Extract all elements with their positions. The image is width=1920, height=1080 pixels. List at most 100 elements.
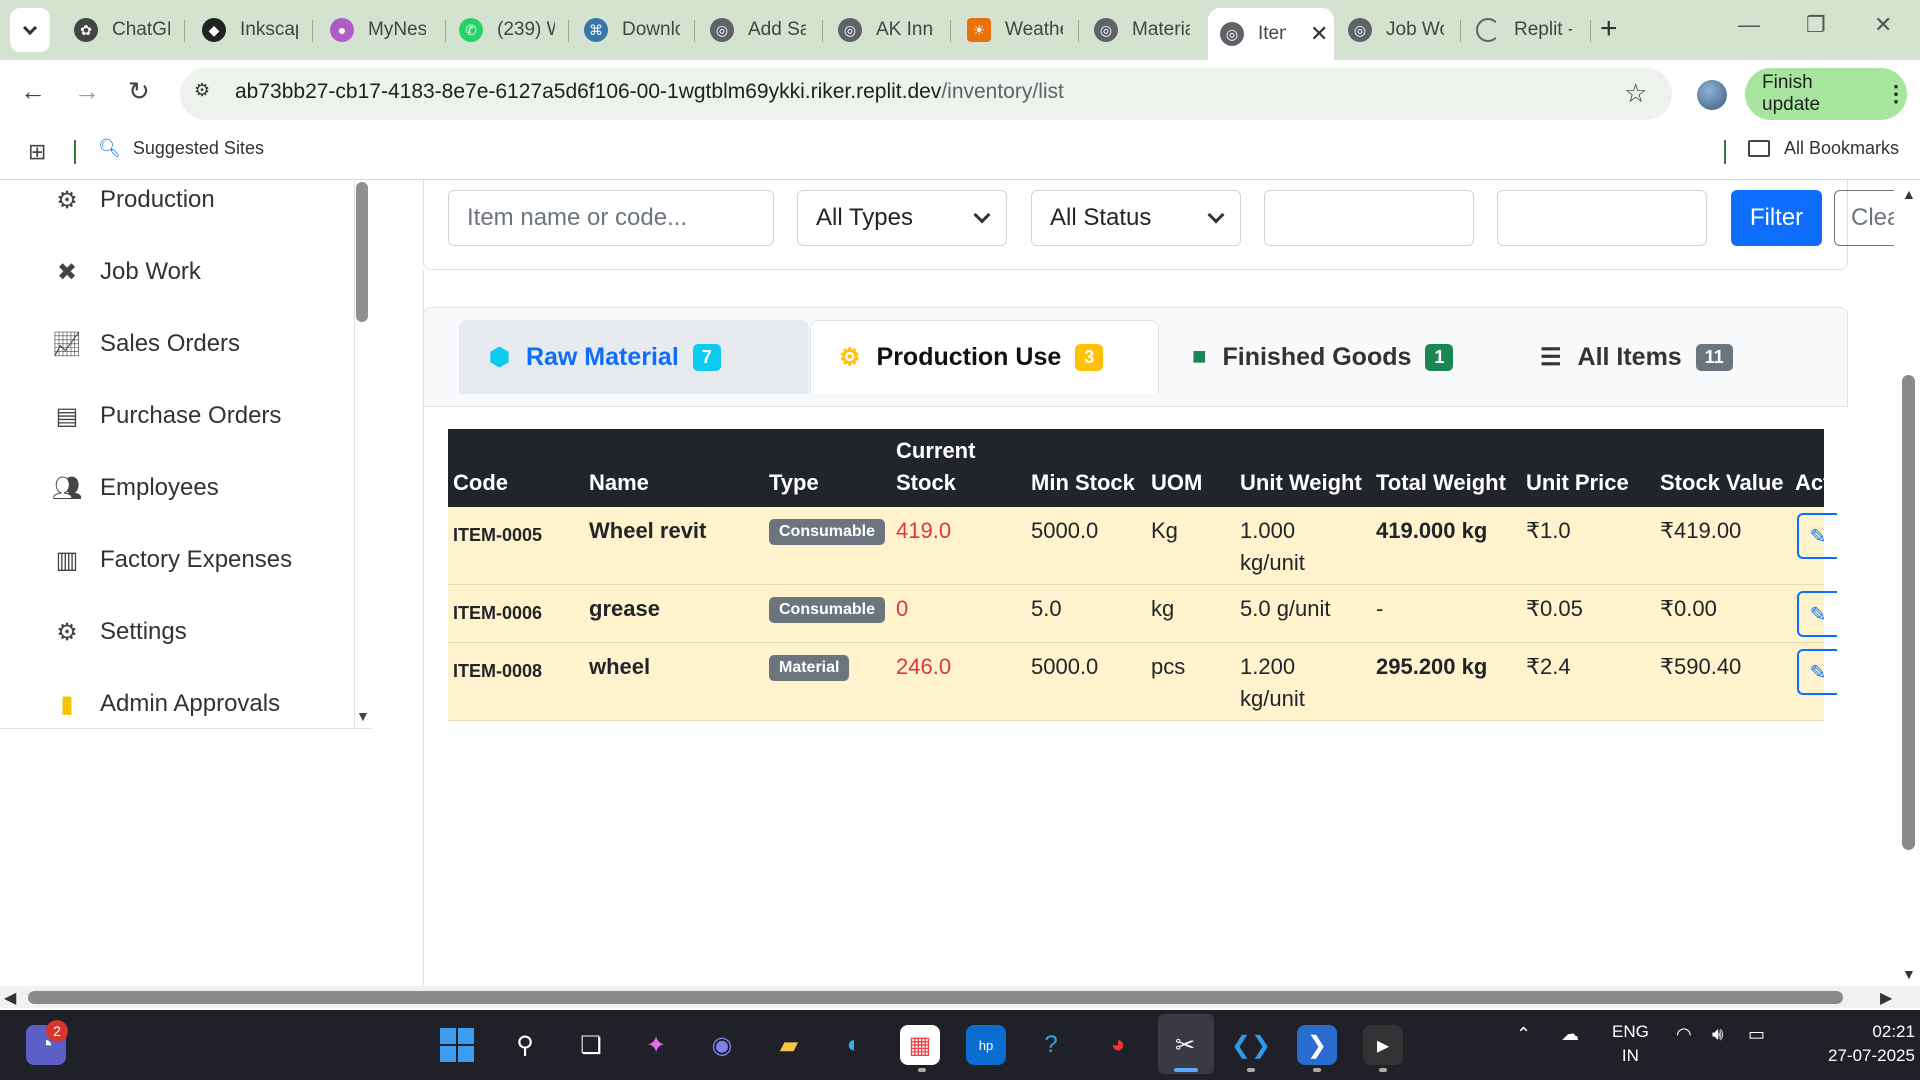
horizontal-scrollbar-thumb[interactable] (28, 991, 1843, 1004)
clear-button[interactable]: Clear (1834, 190, 1894, 246)
filter-button[interactable]: Filter (1731, 190, 1822, 246)
unit-weight-unit: kg/unit (1240, 550, 1305, 575)
browser-tab[interactable]: ◎ AK Innovation (826, 8, 946, 52)
sidebar-item-sales-orders[interactable]: 📈︎ Sales Orders (50, 329, 240, 359)
copilot-icon[interactable]: ✦ (636, 1025, 676, 1065)
bookmark-separator (74, 140, 76, 164)
browser-tab[interactable]: ⌘ Download (572, 8, 692, 52)
tab-label: Raw Material (525, 342, 679, 371)
forward-arrow-icon[interactable]: → (74, 76, 100, 107)
column-header: Current (896, 438, 976, 463)
tab-search-button[interactable] (10, 8, 50, 52)
tab-production-use[interactable]: ⚙ Production Use 3 (810, 320, 1159, 394)
search-input[interactable]: Item name or code... (448, 190, 774, 246)
clock[interactable]: 02:21 27-07-2025 (1828, 1020, 1915, 1068)
all-bookmarks-button[interactable]: All Bookmarks (1748, 138, 1899, 159)
status-select-value: All Status (1050, 204, 1152, 231)
reload-icon[interactable]: ↻ (128, 76, 150, 107)
search-placeholder: Item name or code... (467, 204, 688, 231)
sidebar-item-settings[interactable]: ⚙ Settings (50, 617, 186, 647)
edit-button[interactable]: ✎ (1797, 513, 1837, 559)
running-indicator (1247, 1068, 1255, 1072)
tab-finished-goods[interactable]: ■ Finished Goods 1 (1178, 320, 1478, 394)
sidebar-item-factory-expenses[interactable]: ▥ Factory Expenses (50, 545, 292, 575)
browser-tab[interactable]: ◆ Inkscape (190, 8, 310, 52)
suggested-sites-bookmark[interactable]: 🔍︎ Suggested Sites (98, 138, 264, 159)
count-badge: 7 (692, 343, 721, 371)
scroll-up-arrow-icon[interactable]: ▲ (1902, 186, 1916, 202)
chrome-icon[interactable]: ◕ (1098, 1025, 1138, 1065)
chevron-up-icon[interactable]: ⌃ (1516, 1024, 1531, 1045)
tab-raw-material[interactable]: ⬢ Raw Material 7 (459, 320, 809, 394)
browser-tab[interactable]: ◎ Materials (1082, 8, 1202, 52)
sidebar-divider (0, 728, 372, 729)
total-weight: 419.000 kg (1376, 518, 1488, 543)
vscode-icon[interactable]: ❮❯ (1231, 1025, 1271, 1065)
edit-button[interactable]: ✎ (1797, 591, 1837, 637)
browser-tab[interactable]: Replit - (1464, 8, 1589, 52)
volume-icon[interactable]: 🔊︎ (1712, 1024, 1723, 1045)
sidebar-scrollbar-thumb[interactable] (356, 182, 368, 322)
browser-tab-active[interactable]: ◎ Items ✕ (1208, 8, 1334, 60)
status-select[interactable]: All Status (1031, 190, 1241, 246)
stock-value: ₹590.40 (1660, 654, 1742, 679)
url-text[interactable]: ab73bb27-cb17-4183-8e7e-6127a5d6f106-00-… (235, 80, 1064, 104)
minimize-icon[interactable]: — (1738, 12, 1760, 38)
box-icon: ■ (1192, 343, 1207, 370)
browser-tab[interactable]: ✿ ChatGPT (62, 8, 182, 52)
finish-update-button[interactable]: Finish update ⋮ (1745, 68, 1907, 120)
myhp-icon[interactable]: hp (966, 1025, 1006, 1065)
scroll-right-arrow-icon[interactable]: ▶ (1880, 988, 1892, 1008)
onedrive-icon[interactable]: ☁ (1561, 1024, 1579, 1045)
tab-all-items[interactable]: ☰ All Items 11 (1526, 320, 1826, 394)
filter-input-2[interactable] (1497, 190, 1707, 246)
tab-separator (445, 20, 446, 42)
close-window-icon[interactable]: ✕ (1874, 12, 1892, 38)
sidebar-item-employees[interactable]: 👥︎ Employees (50, 473, 219, 503)
sidebar-item-purchase-orders[interactable]: ▤ Purchase Orders (50, 401, 282, 431)
scroll-left-arrow-icon[interactable]: ◀ (4, 988, 16, 1008)
sidebar-item-production[interactable]: ⚙ Production (50, 185, 215, 215)
tab-separator (184, 20, 185, 42)
scroll-down-arrow-icon[interactable]: ▼ (1902, 966, 1916, 982)
sidebar-item-admin-approvals[interactable]: ▮ Admin Approvals (50, 689, 280, 719)
help-icon[interactable]: ? (1031, 1025, 1071, 1065)
browser-tab[interactable]: ● MyNest (318, 8, 443, 52)
terminal-icon[interactable]: ▸ (1363, 1025, 1403, 1065)
apps-grid-icon[interactable]: ⊞ (28, 139, 46, 165)
page-vertical-scrollbar-thumb[interactable] (1902, 375, 1915, 850)
sidebar-item-job-work[interactable]: ✖ Job Work (50, 257, 201, 287)
sidebar-item-label: Production (100, 186, 215, 213)
uom: pcs (1151, 654, 1186, 679)
browser-tab[interactable]: ☀ Weather (955, 8, 1075, 52)
close-tab-icon[interactable]: ✕ (1310, 21, 1328, 47)
file-explorer-icon[interactable]: ▰ (769, 1025, 809, 1065)
browser-tab[interactable]: ◎ Add Sales (698, 8, 818, 52)
new-tab-plus-icon[interactable]: + (1600, 12, 1618, 46)
bookmark-star-icon[interactable]: ☆ (1624, 78, 1647, 109)
restore-icon[interactable]: ❐ (1806, 12, 1826, 38)
store-icon[interactable]: ▦ (900, 1025, 940, 1065)
windows-start-icon[interactable] (437, 1025, 477, 1065)
scroll-down-arrow-icon[interactable]: ▼ (356, 708, 370, 724)
teams-icon[interactable]: ◉ (702, 1025, 742, 1065)
task-view-icon[interactable]: ❏ (571, 1025, 611, 1065)
profile-avatar[interactable] (1697, 80, 1727, 110)
type-select[interactable]: All Types (797, 190, 1007, 246)
edit-button[interactable]: ✎ (1797, 649, 1837, 695)
filter-input-1[interactable] (1264, 190, 1474, 246)
search-icon[interactable]: ⚲ (505, 1025, 545, 1065)
powershell-icon[interactable]: ❯ (1297, 1025, 1337, 1065)
language-indicator[interactable]: ENG IN (1612, 1020, 1649, 1068)
wifi-icon[interactable]: ◠ (1676, 1024, 1692, 1045)
edge-icon[interactable]: ◐ (834, 1025, 874, 1065)
site-info-icon[interactable]: ⚙ (194, 80, 222, 108)
globe-icon: ◎ (710, 18, 734, 42)
browser-tab[interactable]: ◎ Job Work (1336, 8, 1456, 52)
snipping-tool-icon[interactable]: ✂ (1165, 1025, 1205, 1065)
active-app-indicator (1174, 1068, 1198, 1072)
back-arrow-icon[interactable]: ← (20, 76, 46, 107)
browser-tab[interactable]: ✆ (239) WhatsApp (447, 8, 567, 52)
chevron-down-icon (1207, 206, 1225, 224)
battery-icon[interactable]: ▭ (1748, 1024, 1765, 1045)
